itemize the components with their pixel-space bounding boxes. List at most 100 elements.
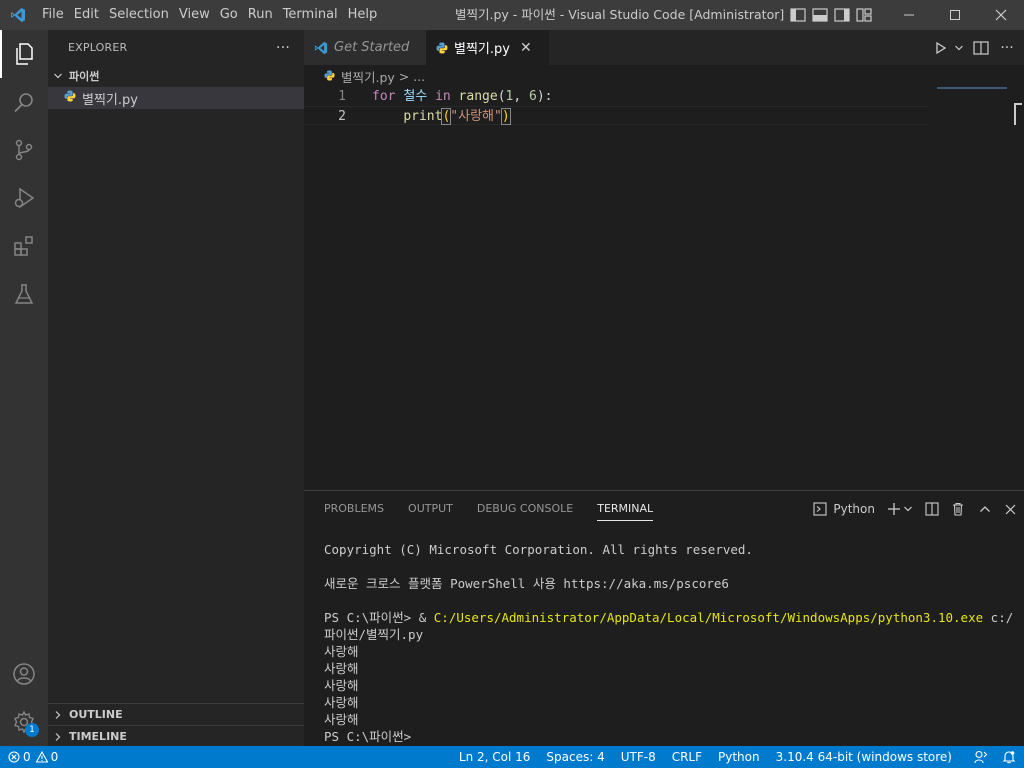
layout-controls (787, 0, 875, 30)
chevron-right-icon (53, 710, 69, 720)
tab-terminal[interactable]: TERMINAL (597, 498, 654, 521)
warning-count: 0 (50, 750, 59, 764)
tab-debug-console[interactable]: DEBUG CONSOLE (477, 491, 573, 527)
breadcrumb-file[interactable]: 별찍기.py (341, 67, 395, 86)
search-icon[interactable] (0, 78, 48, 126)
run-python-file-icon[interactable] (930, 37, 952, 59)
breadcrumb-separator[interactable]: > ... (395, 69, 425, 84)
customize-layout-icon[interactable] (853, 0, 875, 30)
timeline-section[interactable]: TIMELINE (48, 725, 304, 747)
editor-actions: ··· (926, 30, 1024, 65)
accounts-icon[interactable] (0, 650, 48, 698)
more-actions-icon[interactable]: ··· (996, 37, 1018, 59)
menu-run[interactable]: Run (243, 0, 278, 30)
indentation[interactable]: Spaces: 4 (546, 750, 604, 764)
toggle-panel-icon[interactable] (809, 0, 831, 30)
tab-label: 별찍기.py (454, 42, 510, 57)
error-icon (8, 751, 20, 763)
split-editor-icon[interactable] (970, 37, 992, 59)
maximize-panel-icon[interactable] (979, 504, 991, 514)
panel-actions: Python (805, 498, 1016, 520)
terminal-line: 사랑해 (324, 644, 359, 659)
tab-problems[interactable]: PROBLEMS (324, 491, 384, 527)
explorer-more-actions[interactable]: ··· (276, 40, 290, 56)
close-tab-icon[interactable]: ✕ (520, 40, 532, 56)
menu-terminal[interactable]: Terminal (278, 0, 343, 30)
close-window-icon[interactable] (978, 0, 1024, 30)
toggle-secondary-sidebar-icon[interactable] (831, 0, 853, 30)
vscode-logo-icon (0, 0, 35, 30)
bottom-panel: PROBLEMS OUTPUT DEBUG CONSOLE TERMINAL P… (304, 490, 1024, 746)
maximize-icon[interactable] (932, 0, 978, 30)
scrollbar[interactable] (1014, 103, 1022, 125)
title-bar: File Edit Selection View Go Run Terminal… (0, 0, 1024, 30)
tab-byeoljjikgi-py[interactable]: 별찍기.py ✕ (426, 30, 549, 65)
python-file-icon (436, 42, 448, 54)
vscode-logo-icon (314, 41, 328, 55)
tab-output[interactable]: OUTPUT (408, 491, 453, 527)
outline-section[interactable]: OUTLINE (48, 703, 304, 725)
status-bar: 0 0 Ln 2, Col 16 Spaces: 4 UTF-8 CRLF Py… (0, 746, 1024, 768)
activity-bar: 1 (0, 30, 48, 746)
code-text: print("사랑해") (403, 108, 511, 125)
explorer-sidebar: EXPLORER ··· 파이썬 별찍기.py OUTLINE TIMELINE (48, 30, 304, 746)
terminal-prompt: PS C:\파이썬> (324, 729, 412, 744)
file-name: 별찍기.py (82, 92, 138, 108)
menu-selection[interactable]: Selection (104, 0, 174, 30)
new-terminal-plus-icon[interactable] (887, 502, 901, 516)
source-control-icon[interactable] (0, 126, 48, 174)
line-number: 1 (338, 89, 346, 104)
language-mode[interactable]: Python (718, 750, 760, 764)
terminal-line: 새로운 크로스 플랫폼 PowerShell 사용 https://aka.ms… (324, 576, 729, 591)
terminal-line: 사랑해 (324, 661, 359, 676)
chevron-right-icon (53, 732, 69, 742)
line-number: 2 (338, 109, 346, 124)
problems-status[interactable]: 0 0 (8, 750, 58, 764)
kill-terminal-trash-icon[interactable] (951, 502, 965, 516)
explorer-icon[interactable] (0, 30, 48, 78)
menu-bar: File Edit Selection View Go Run Terminal… (37, 0, 382, 30)
warning-icon (35, 751, 48, 763)
minimize-icon[interactable] (886, 0, 932, 30)
python-file-icon (324, 69, 335, 84)
terminal-line: 사랑해 (324, 695, 359, 710)
cursor-position[interactable]: Ln 2, Col 16 (459, 750, 531, 764)
run-debug-icon[interactable] (0, 174, 48, 222)
terminal-line: 사랑해 (324, 712, 359, 727)
outline-label: OUTLINE (69, 708, 123, 721)
run-dropdown-chevron-icon[interactable] (952, 37, 966, 59)
breadcrumb: 별찍기.py > ... (304, 65, 1024, 87)
menu-view[interactable]: View (174, 0, 215, 30)
menu-edit[interactable]: Edit (69, 0, 104, 30)
close-panel-icon[interactable] (1005, 504, 1016, 515)
notifications-bell-icon[interactable] (1002, 750, 1016, 764)
menu-file[interactable]: File (37, 0, 69, 30)
manage-gear-icon[interactable]: 1 (0, 698, 48, 746)
extensions-icon[interactable] (0, 222, 48, 270)
tab-label: Get Started (334, 40, 410, 55)
toggle-primary-sidebar-icon[interactable] (787, 0, 809, 30)
terminal-line: 사랑해 (324, 678, 359, 693)
folder-row[interactable]: 파이썬 (48, 65, 304, 87)
encoding[interactable]: UTF-8 (621, 750, 656, 764)
feedback-icon[interactable] (974, 750, 988, 764)
code-line: 1 for 철수 in range(1, 6): (304, 87, 929, 106)
python-interpreter[interactable]: 3.10.4 64-bit (windows store) (776, 750, 952, 764)
timeline-label: TIMELINE (69, 730, 127, 743)
menu-go[interactable]: Go (215, 0, 243, 30)
testing-flask-icon[interactable] (0, 270, 48, 318)
file-item[interactable]: 별찍기.py (48, 87, 304, 109)
tab-get-started[interactable]: Get Started (304, 30, 426, 65)
terminal-dropdown-chevron-icon[interactable] (903, 504, 913, 514)
code-editor[interactable]: 1 for 철수 in range(1, 6): 2 print("사랑해") (304, 87, 1024, 490)
terminal-selector[interactable]: Python (813, 502, 875, 516)
menu-help[interactable]: Help (343, 0, 383, 30)
update-badge: 1 (25, 723, 39, 737)
minimap[interactable] (937, 87, 1007, 89)
terminal-output[interactable]: Copyright (C) Microsoft Corporation. All… (324, 541, 1014, 745)
end-of-line[interactable]: CRLF (672, 750, 702, 764)
split-terminal-icon[interactable] (925, 502, 939, 516)
chevron-down-icon (53, 71, 69, 81)
